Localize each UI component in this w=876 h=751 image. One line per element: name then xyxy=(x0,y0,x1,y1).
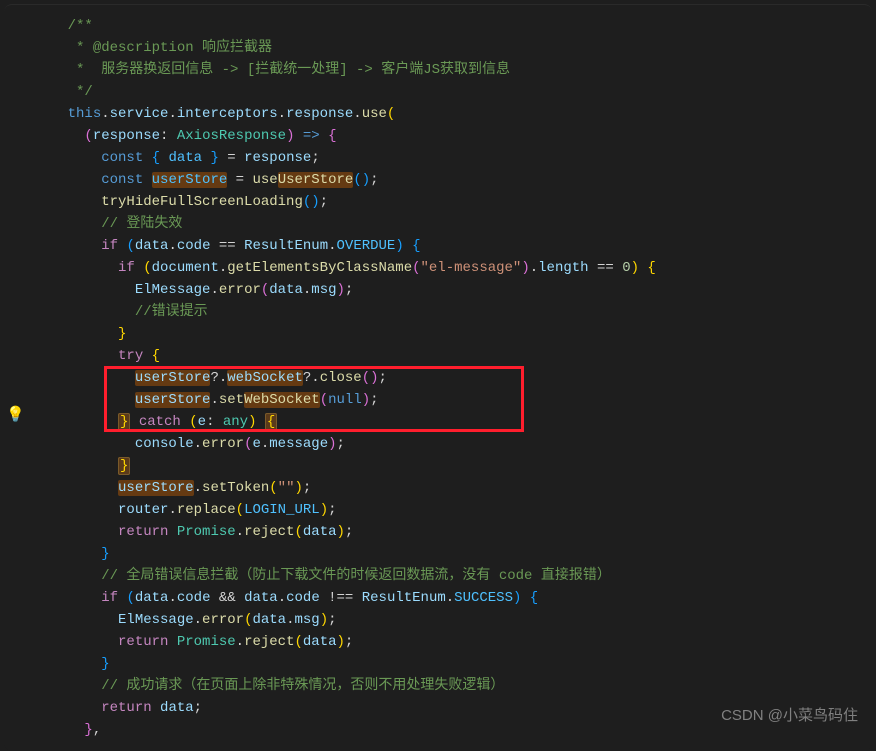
code-line[interactable]: /** xyxy=(34,15,872,37)
code-line[interactable]: if (data.code == ResultEnum.OVERDUE) { xyxy=(34,235,872,257)
highlight-webSocket: webSocket xyxy=(227,370,303,386)
highlight-userStore: userStore xyxy=(118,480,194,496)
code-line[interactable]: console.error(e.message); xyxy=(34,433,872,455)
code-line[interactable]: if (document.getElementsByClassName("el-… xyxy=(34,257,872,279)
code-line[interactable]: userStore.setWebSocket(null); xyxy=(34,389,872,411)
code-line[interactable]: // 成功请求（在页面上除非特殊情况，否则不用处理失败逻辑） xyxy=(34,675,872,697)
code-line[interactable]: } catch (e: any) { xyxy=(34,411,872,433)
code-line[interactable]: const { data } = response; xyxy=(34,147,872,169)
code-line[interactable]: } xyxy=(34,323,872,345)
code-line[interactable]: // 全局错误信息拦截（防止下载文件的时候返回数据流，没有 code 直接报错） xyxy=(34,565,872,587)
line-comment: // 登陆失效 xyxy=(101,216,182,232)
line-comment: //错误提示 xyxy=(135,304,208,320)
code-line[interactable]: //错误提示 xyxy=(34,301,872,323)
code-line[interactable]: const userStore = useUserStore(); xyxy=(34,169,872,191)
code-line[interactable]: } xyxy=(34,653,872,675)
code-line[interactable]: } xyxy=(34,543,872,565)
code-line[interactable]: // 登陆失效 xyxy=(34,213,872,235)
block-comment: * 服务器换返回信息 -> [拦截统一处理] -> 客户端JS获取到信息 xyxy=(68,62,510,78)
code-editor[interactable]: /** * @description 响应拦截器 * 服务器换返回信息 -> [… xyxy=(4,4,872,751)
arrow-token: => xyxy=(303,128,320,144)
code-line[interactable]: userStore?.webSocket?.close(); xyxy=(34,367,872,389)
block-comment: /** xyxy=(68,18,93,34)
code-line[interactable]: * 服务器换返回信息 -> [拦截统一处理] -> 客户端JS获取到信息 xyxy=(34,59,872,81)
block-comment: * @description 响应拦截器 xyxy=(68,40,272,56)
highlight-userStore: userStore xyxy=(135,392,211,408)
block-comment: */ xyxy=(68,84,93,100)
code-line[interactable]: (response: AxiosResponse) => { xyxy=(34,125,872,147)
line-comment: // 全局错误信息拦截（防止下载文件的时候返回数据流，没有 code 直接报错） xyxy=(101,568,611,584)
code-line[interactable]: } xyxy=(34,455,872,477)
code-line[interactable]: tryHideFullScreenLoading(); xyxy=(34,191,872,213)
highlight-userStore: userStore xyxy=(135,370,211,386)
code-line[interactable]: ElMessage.error(data.msg); xyxy=(34,609,872,631)
func-tryHide: tryHideFullScreenLoading xyxy=(101,194,303,210)
line-comment: // 成功请求（在页面上除非特殊情况，否则不用处理失败逻辑） xyxy=(101,678,504,694)
var-userStore: userStore xyxy=(152,172,228,188)
code-line[interactable]: ElMessage.error(data.msg); xyxy=(34,279,872,301)
code-line[interactable]: router.replace(LOGIN_URL); xyxy=(34,499,872,521)
code-line[interactable]: return Promise.reject(data); xyxy=(34,631,872,653)
lightbulb-icon[interactable]: 💡 xyxy=(6,405,25,427)
code-line[interactable]: this.service.interceptors.response.use( xyxy=(34,103,872,125)
code-line[interactable]: */ xyxy=(34,81,872,103)
code-line[interactable]: * @description 响应拦截器 xyxy=(34,37,872,59)
type-annotation: AxiosResponse xyxy=(177,128,286,144)
code-line[interactable]: return Promise.reject(data); xyxy=(34,521,872,543)
code-line[interactable]: if (data.code && data.code !== ResultEnu… xyxy=(34,587,872,609)
code-line[interactable]: try { xyxy=(34,345,872,367)
watermark-text: CSDN @小菜鸟码住 xyxy=(721,705,858,727)
this-keyword: this xyxy=(68,106,102,122)
code-line[interactable]: userStore.setToken(""); xyxy=(34,477,872,499)
param-response: response xyxy=(93,128,160,144)
